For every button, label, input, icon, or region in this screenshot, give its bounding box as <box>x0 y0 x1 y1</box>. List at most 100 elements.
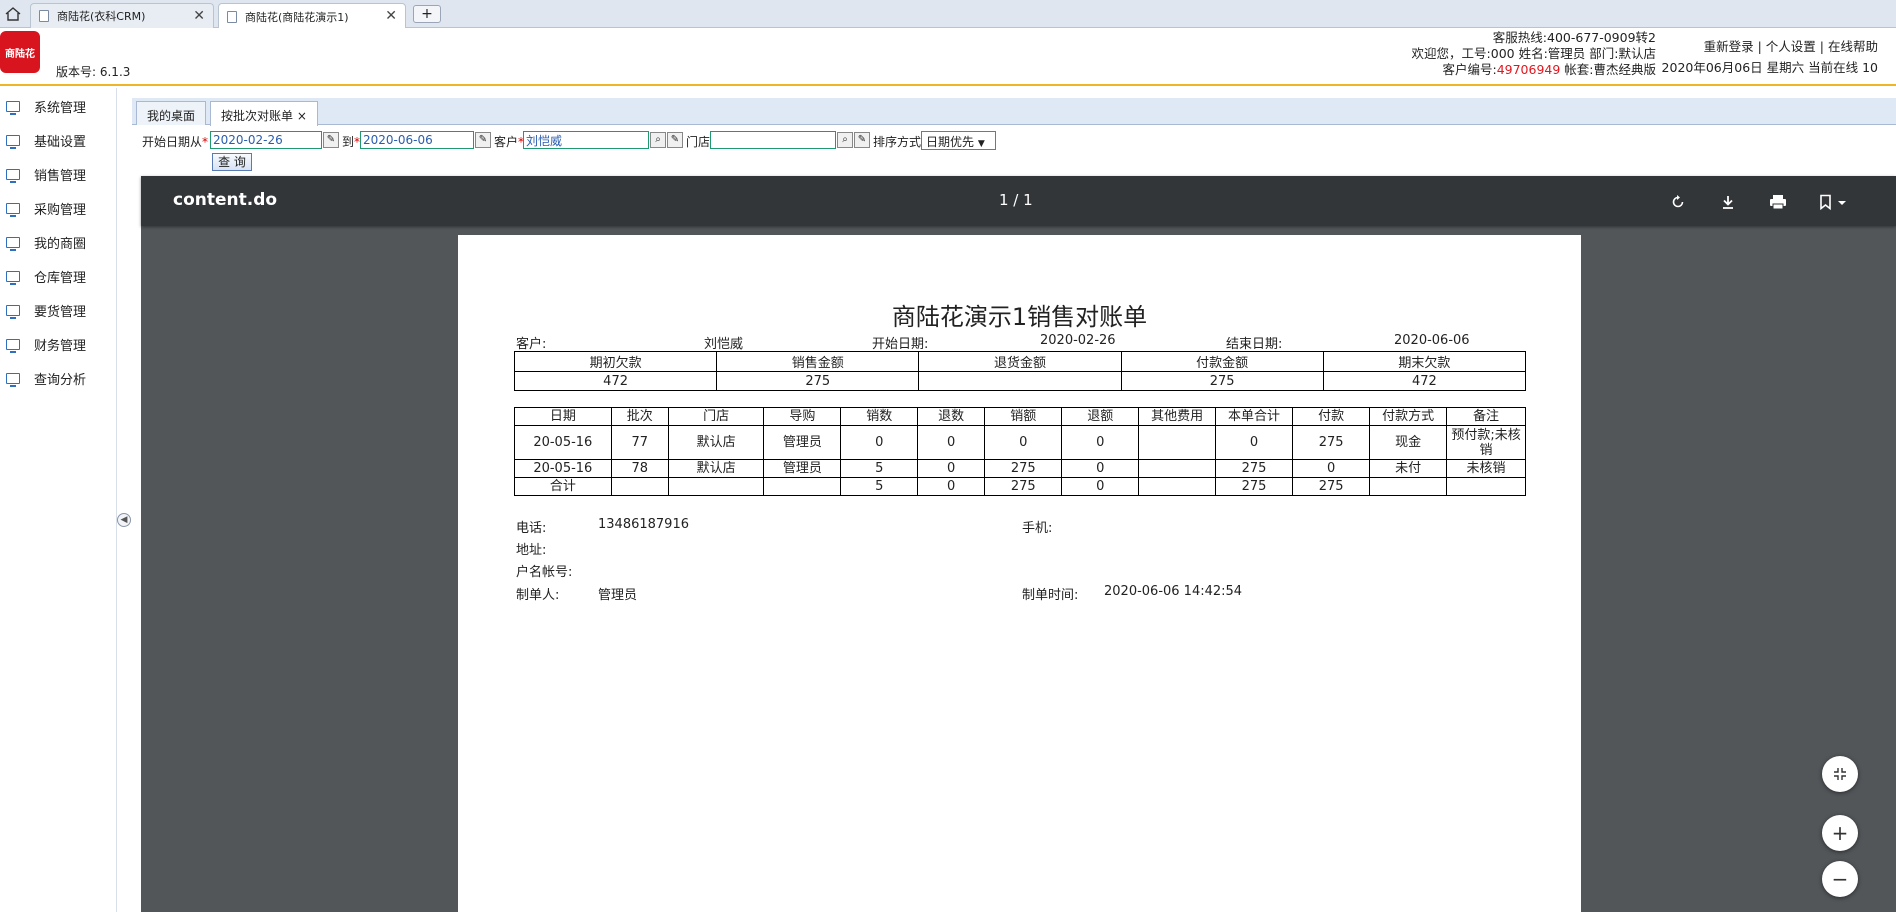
tab-my-desktop[interactable]: 我的桌面 <box>136 101 207 125</box>
sort-select[interactable]: 日期优先 ▼ <box>921 131 996 150</box>
customer-input[interactable] <box>523 131 649 149</box>
sidebar-item-label: 基础设置 <box>34 134 87 150</box>
app-logo: 商陆花 <box>0 31 40 73</box>
cell: 0 <box>1061 477 1140 496</box>
cell: 默认店 <box>667 459 765 478</box>
header-cell: 门店 <box>667 407 765 426</box>
edit-icon[interactable]: ✎ <box>854 132 870 148</box>
rotate-icon[interactable] <box>1668 192 1688 212</box>
fit-page-icon[interactable] <box>1822 756 1858 792</box>
cell: 78 <box>610 459 669 478</box>
cell <box>763 477 842 496</box>
cell: 77 <box>610 425 669 460</box>
pdf-viewer: content.do 1 / 1 商陆花演示1销售对账单 客户: 刘恺威 开始日… <box>141 176 1896 912</box>
sidebar-item-analysis[interactable]: 查询分析 <box>6 368 86 388</box>
cell: 275 <box>1120 371 1324 391</box>
close-tab-icon[interactable]: ✕ <box>385 8 397 24</box>
cell: 275 <box>984 459 1063 478</box>
header-cell: 导购 <box>763 407 842 426</box>
search-icon[interactable]: ⌕ <box>837 132 853 148</box>
tab-batch-statement[interactable]: 按批次对账单 × <box>210 101 318 126</box>
cell: 275 <box>1214 477 1294 496</box>
sidebar-item-warehouse[interactable]: 仓库管理 <box>6 266 86 286</box>
close-tab-icon[interactable]: ✕ <box>193 8 205 24</box>
header-cell: 退数 <box>917 407 986 426</box>
user-info: 客服热线:400-677-0909转2 欢迎您，工号:000 姓名:管理员 部门… <box>1412 30 1656 78</box>
print-icon[interactable] <box>1768 192 1788 212</box>
cell: 5 <box>840 459 919 478</box>
cell: 0 <box>1061 425 1140 460</box>
store-input[interactable] <box>710 131 836 149</box>
sidebar-item-finance[interactable]: 财务管理 <box>6 334 86 354</box>
table-row: 20-05-16 77 默认店 管理员 0 0 0 0 0 275 现金 预付款… <box>514 425 1526 460</box>
collapse-sidebar-icon[interactable]: ◀ <box>117 513 131 527</box>
sidebar-item-label: 仓库管理 <box>34 270 87 286</box>
monitor-icon <box>6 168 20 183</box>
zoom-out-icon[interactable]: − <box>1822 861 1858 897</box>
maker-label: 制单人: <box>516 588 560 603</box>
cell: 0 <box>917 425 986 460</box>
personal-settings-link[interactable]: 个人设置 <box>1766 39 1816 54</box>
sidebar: 系统管理 基础设置 销售管理 采购管理 我的商圈 仓库管理 要货管理 财务管理 … <box>0 88 117 912</box>
customer-no-label: 客户编号: <box>1442 62 1497 77</box>
online-help-link[interactable]: 在线帮助 <box>1828 39 1878 54</box>
required-mark: * <box>202 135 209 149</box>
relogin-link[interactable]: 重新登录 <box>1704 39 1754 54</box>
label-text: 开始日期从 <box>142 135 203 149</box>
sidebar-item-basic[interactable]: 基础设置 <box>6 130 86 150</box>
datetime-text: 2020年06月06日 星期六 当前在线 10 <box>1661 60 1878 75</box>
cell: 0 <box>1292 459 1371 478</box>
header-cell: 销数 <box>840 407 919 426</box>
sort-label: 排序方式 <box>873 135 922 149</box>
cell <box>1446 477 1526 496</box>
browser-tab-crm[interactable]: 商陆花(衣科CRM) ✕ <box>30 3 214 28</box>
cell: 合计 <box>514 477 612 496</box>
end-date-input[interactable] <box>360 131 474 149</box>
sidebar-item-requisition[interactable]: 要货管理 <box>6 300 86 320</box>
to-label: 到* <box>342 133 360 150</box>
cell: 275 <box>1214 459 1294 478</box>
cell: 0 <box>1061 459 1140 478</box>
header-cell: 期末欠款 <box>1322 351 1527 372</box>
sidebar-item-label: 财务管理 <box>34 338 87 354</box>
pdf-filename: content.do <box>173 190 278 210</box>
date-picker-icon[interactable]: ✎ <box>323 132 339 148</box>
cell <box>667 477 765 496</box>
download-icon[interactable] <box>1718 192 1738 212</box>
monitor-icon <box>6 304 20 319</box>
browser-tab-demo[interactable]: 商陆花(商陆花演示1) ✕ <box>218 3 406 29</box>
table-row: 472 275 275 472 <box>513 371 1527 391</box>
cell: 现金 <box>1369 425 1448 460</box>
monitor-icon <box>6 134 20 149</box>
new-tab-button[interactable]: + <box>413 5 441 23</box>
close-tab-icon[interactable]: × <box>297 109 307 123</box>
customer-no: 49706949 <box>1496 62 1561 77</box>
query-button[interactable]: 查 询 <box>212 153 252 171</box>
home-icon[interactable] <box>2 4 24 24</box>
sidebar-item-label: 采购管理 <box>34 202 87 218</box>
document-title: 商陆花演示1销售对账单 <box>891 303 1148 331</box>
pdf-toolbar: content.do 1 / 1 <box>141 176 1896 226</box>
sidebar-item-system[interactable]: 系统管理 <box>6 96 86 116</box>
table-header-row: 日期 批次 门店 导购 销数 退数 销额 退额 其他费用 本单合计 付款 付款方… <box>514 407 1526 426</box>
sidebar-item-circle[interactable]: 我的商圈 <box>6 232 86 252</box>
start-date-label: 开始日期从* <box>142 133 208 150</box>
meta-start: 2020-02-26 <box>1040 333 1116 348</box>
bookmark-icon[interactable] <box>1816 192 1850 212</box>
header-cell: 本单合计 <box>1214 407 1294 426</box>
edit-icon[interactable]: ✎ <box>667 132 683 148</box>
sidebar-item-purchase[interactable]: 采购管理 <box>6 198 86 218</box>
search-icon[interactable]: ⌕ <box>650 132 666 148</box>
table-header-row: 期初欠款 销售金额 退货金额 付款金额 期末欠款 <box>513 351 1527 372</box>
sidebar-item-sales[interactable]: 销售管理 <box>6 164 86 184</box>
monitor-icon <box>6 270 20 285</box>
zoom-in-icon[interactable]: + <box>1822 815 1858 851</box>
cell: 472 <box>1322 371 1527 391</box>
cell <box>918 371 1122 391</box>
start-date-input[interactable] <box>210 131 322 149</box>
header-cell: 备注 <box>1446 407 1526 426</box>
header-cell: 付款 <box>1292 407 1371 426</box>
label-text: 到 <box>342 135 355 149</box>
date-picker-icon[interactable]: ✎ <box>475 132 491 148</box>
sidebar-item-label: 查询分析 <box>34 372 87 388</box>
